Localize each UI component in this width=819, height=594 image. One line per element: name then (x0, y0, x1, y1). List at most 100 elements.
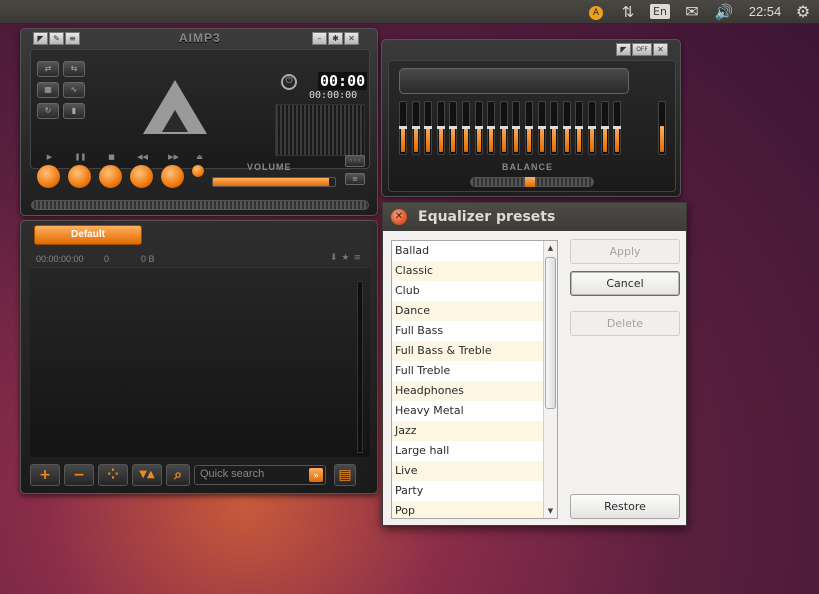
eq-band-knob[interactable] (537, 126, 546, 129)
eq-band-knob[interactable] (436, 126, 445, 129)
eq-band-knob[interactable] (512, 126, 521, 129)
file-menu-icon[interactable]: ▤ (334, 464, 356, 486)
eq-band-slider[interactable] (399, 101, 407, 155)
volume-icon[interactable]: 🔊 (713, 2, 735, 22)
eq-band-slider[interactable] (424, 101, 433, 155)
tools-button[interactable]: ✎ (49, 32, 64, 45)
eq-band-knob[interactable] (525, 126, 533, 129)
balance-slider[interactable] (470, 177, 594, 187)
mail-icon[interactable]: ✉ (681, 2, 703, 22)
eq-band-slider[interactable] (411, 101, 420, 155)
repeat-button[interactable]: ⇄ (37, 61, 59, 77)
seek-bar[interactable] (31, 200, 369, 210)
scroll-down-icon[interactable]: ▼ (544, 504, 557, 518)
scroll-thumb[interactable] (545, 257, 556, 409)
eq-band-slider[interactable] (487, 101, 496, 155)
eq-close-button[interactable]: ✕ (653, 43, 668, 56)
spectrum-visualizer[interactable] (275, 104, 365, 156)
preset-item[interactable]: Club (392, 281, 544, 301)
preset-item[interactable]: Large hall (392, 441, 544, 461)
previous-button[interactable]: ◀◀ (129, 153, 154, 189)
play-button[interactable]: ▶ (36, 153, 61, 189)
scroll-up-icon[interactable]: ▲ (544, 241, 557, 255)
eq-band-knob[interactable] (449, 126, 458, 129)
eq-band-slider[interactable] (525, 101, 533, 155)
power-icon[interactable]: ⏻ (281, 74, 297, 90)
shuffle-button[interactable]: ⇆ (63, 61, 85, 77)
eq-off-button[interactable]: OFF (632, 43, 652, 56)
eq-band-slider[interactable] (462, 101, 470, 155)
eq-band-slider[interactable] (613, 101, 622, 155)
pause-button[interactable]: ❚❚ (67, 153, 92, 189)
cancel-button[interactable]: Cancel (570, 271, 680, 296)
preset-list[interactable]: Ballad Classic Club Dance Full Bass Full Bass… (391, 240, 558, 519)
preset-item[interactable]: Heavy Metal (392, 401, 544, 421)
eq-band-slider[interactable] (562, 101, 571, 155)
eq-preset-display[interactable] (399, 68, 629, 94)
eq-band-knob[interactable] (562, 126, 571, 129)
preset-item[interactable]: Dance (392, 301, 544, 321)
preset-item[interactable]: Ballad (392, 241, 544, 261)
options-button[interactable]: ≡ (65, 32, 80, 45)
eject-button[interactable]: ⏏ (191, 153, 205, 178)
system-gear-icon[interactable]: ⚙ (793, 2, 813, 22)
quick-search-input[interactable]: Quick search » (194, 465, 326, 485)
eq-band-slider[interactable] (600, 101, 609, 155)
stop-button[interactable]: ■ (98, 153, 123, 189)
playlist-tab-default[interactable]: Default (34, 225, 142, 245)
quick-search-go-button[interactable]: » (309, 468, 323, 482)
sound-effects-button[interactable]: ∿ (63, 82, 85, 98)
select-button[interactable]: ⁘ (98, 464, 128, 486)
next-button[interactable]: ▶▶ (160, 153, 185, 189)
eq-band-knob[interactable] (613, 126, 622, 129)
add-files-button[interactable]: + (30, 464, 60, 486)
close-button[interactable]: ✕ (344, 32, 359, 45)
eq-band-knob[interactable] (588, 126, 596, 129)
eq-band-knob[interactable] (411, 126, 420, 129)
network-icon[interactable]: ⇅ (618, 2, 638, 22)
eq-band-knob[interactable] (550, 126, 559, 129)
eq-band-knob[interactable] (399, 126, 407, 129)
eq-band-knob[interactable] (487, 126, 496, 129)
eq-band-slider[interactable] (575, 101, 584, 155)
visualization-button[interactable]: ▮ (63, 103, 85, 119)
eq-band-knob[interactable] (575, 126, 584, 129)
preset-item[interactable]: Live (392, 461, 544, 481)
search-icon[interactable]: ⌕ (166, 464, 190, 486)
eq-band-slider[interactable] (474, 101, 483, 155)
eq-band-knob[interactable] (462, 126, 470, 129)
keyboard-layout-indicator[interactable]: En (649, 2, 671, 22)
preset-item[interactable]: Full Treble (392, 361, 544, 381)
preset-item[interactable]: Headphones (392, 381, 544, 401)
playlist-list[interactable] (30, 267, 370, 457)
mini-mode-button[interactable]: ◦◦◦ (345, 155, 365, 167)
eq-band-slider[interactable] (537, 101, 546, 155)
eq-band-slider[interactable] (550, 101, 559, 155)
preset-item[interactable]: Pop (392, 501, 544, 518)
remove-files-button[interactable]: − (64, 464, 94, 486)
balance-knob[interactable] (525, 177, 535, 187)
delete-button[interactable]: Delete (570, 311, 680, 336)
preset-item[interactable]: Jazz (392, 421, 544, 441)
restore-button[interactable]: Restore (570, 494, 680, 519)
menu-button[interactable]: ◤ (33, 32, 48, 45)
preset-item[interactable]: Classic (392, 261, 544, 281)
playlist-toggle-button[interactable]: ≡ (345, 173, 365, 185)
preset-item[interactable]: Full Bass & Treble (392, 341, 544, 361)
pin-button[interactable]: ✱ (328, 32, 343, 45)
eq-band-slider[interactable] (512, 101, 521, 155)
eq-band-slider[interactable] (588, 101, 596, 155)
eq-toggle-button[interactable]: ▦ (37, 82, 59, 98)
eq-band-knob[interactable] (474, 126, 483, 129)
time-display[interactable]: 00:00 (318, 72, 368, 90)
preset-list-scrollbar[interactable]: ▲ ▼ (543, 241, 557, 518)
eq-band-knob[interactable] (499, 126, 508, 129)
minimize-button[interactable]: – (312, 32, 327, 45)
volume-slider[interactable] (212, 177, 336, 187)
eq-band-slider[interactable] (436, 101, 445, 155)
playlist-header-icons[interactable]: ⬇★≡ (330, 253, 365, 263)
eq-band-slider[interactable] (449, 101, 458, 155)
preset-item[interactable]: Full Bass (392, 321, 544, 341)
eq-band-knob[interactable] (424, 126, 433, 129)
eq-band-slider[interactable] (499, 101, 508, 155)
